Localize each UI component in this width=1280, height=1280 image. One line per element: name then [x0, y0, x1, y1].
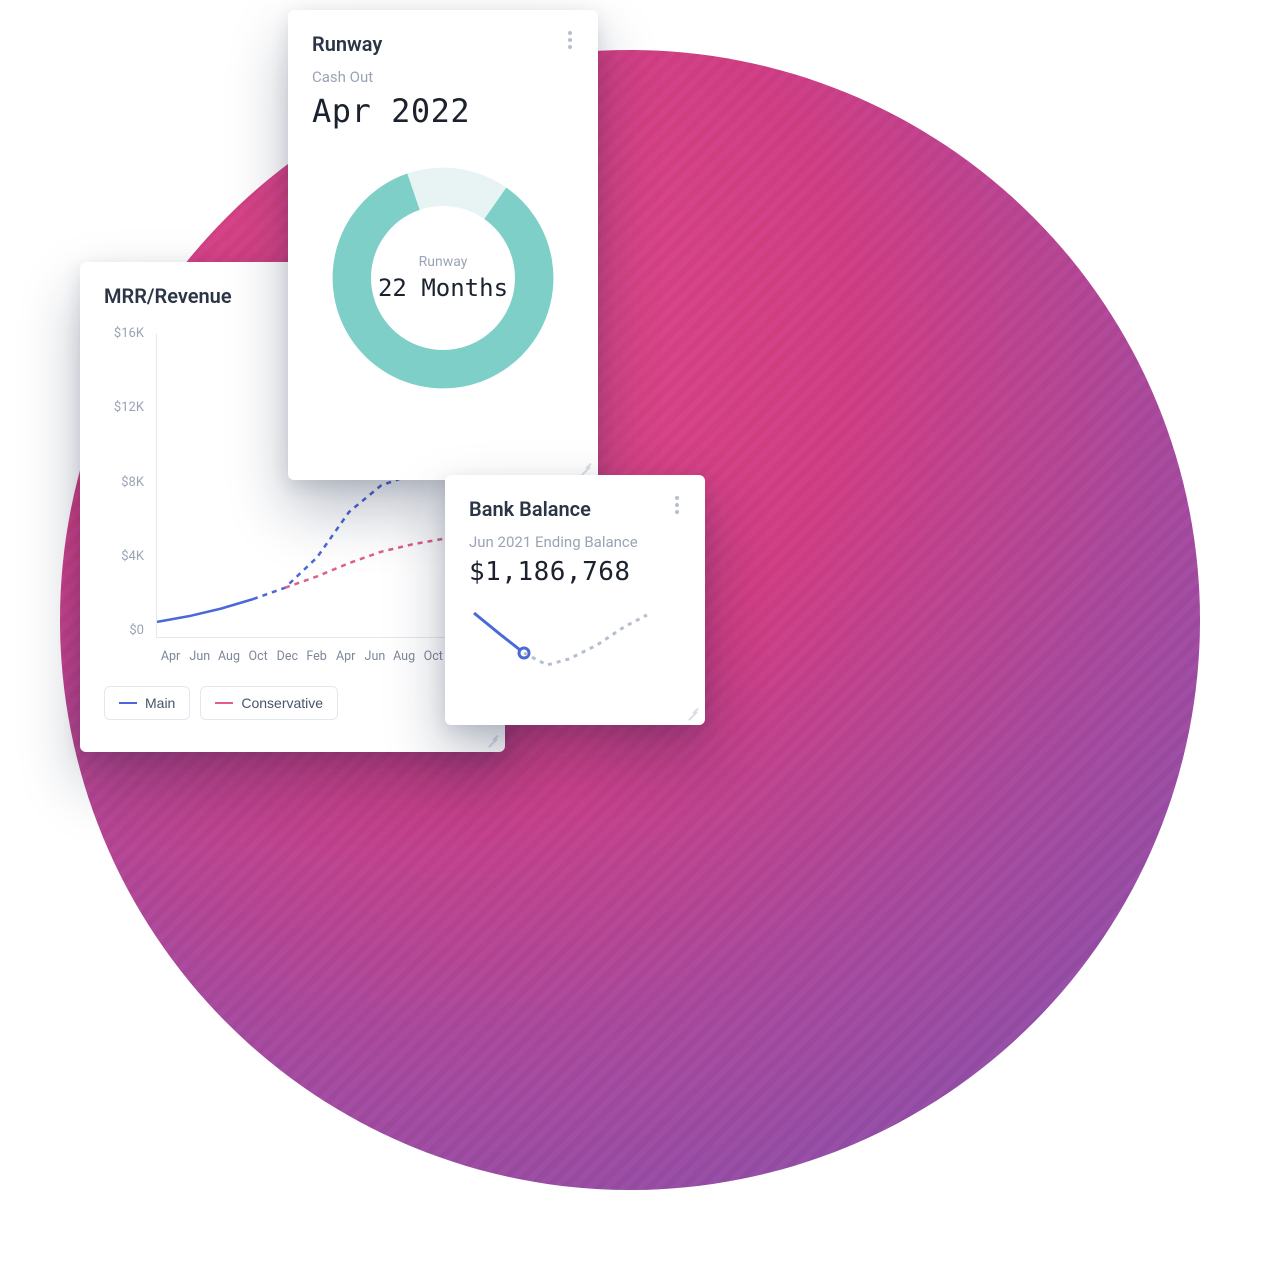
x-axis-tick: Jun — [360, 649, 389, 664]
legend-conservative-label: Conservative — [241, 695, 323, 711]
y-axis-tick: $12K — [104, 400, 150, 415]
y-axis-tick: $16K — [104, 326, 150, 341]
x-axis-tick: Aug — [214, 649, 243, 664]
runway-donut-chart: Runway 22 Months — [323, 158, 563, 398]
legend-conservative-button[interactable]: Conservative — [200, 686, 338, 720]
runway-card-title: Runway — [312, 32, 574, 56]
y-axis-tick: $0 — [104, 623, 150, 638]
mrr-y-axis: $16K $12K $8K $4K $0 — [104, 326, 150, 638]
bank-sparkline — [469, 605, 649, 675]
runway-subtitle: Cash Out — [312, 68, 574, 86]
x-axis-tick: Jun — [185, 649, 214, 664]
x-axis-tick: Dec — [273, 649, 302, 664]
legend-main-label: Main — [145, 695, 175, 711]
x-axis-tick: Apr — [156, 649, 185, 664]
mrr-x-axis: AprJunAugOctDecFebAprJunAugOctDec — [156, 649, 477, 664]
x-axis-tick: Oct — [244, 649, 273, 664]
x-axis-tick: Oct — [419, 649, 448, 664]
legend-main-button[interactable]: Main — [104, 686, 190, 720]
x-axis-tick: Feb — [302, 649, 331, 664]
resize-grip-icon[interactable] — [578, 460, 592, 474]
y-axis-tick: $8K — [104, 475, 150, 490]
donut-center-value: 22 Months — [378, 274, 508, 302]
donut-center-label: Runway — [419, 254, 468, 270]
bank-subtitle: Jun 2021 Ending Balance — [469, 533, 681, 551]
resize-grip-icon[interactable] — [485, 732, 499, 746]
resize-grip-icon[interactable] — [685, 705, 699, 719]
legend-conservative-swatch — [215, 702, 233, 704]
x-axis-tick: Apr — [331, 649, 360, 664]
y-axis-tick: $4K — [104, 549, 150, 564]
legend-main-swatch — [119, 702, 137, 704]
bank-card-title: Bank Balance — [469, 497, 681, 521]
runway-cash-out-value: Apr 2022 — [312, 92, 574, 130]
donut-center: Runway 22 Months — [323, 158, 563, 398]
bank-balance-card: Bank Balance Jun 2021 Ending Balance $1,… — [445, 475, 705, 725]
mrr-legend: Main Conservative — [104, 686, 481, 720]
x-axis-tick: Aug — [390, 649, 419, 664]
bank-value: $1,186,768 — [469, 557, 681, 587]
runway-card: Runway Cash Out Apr 2022 Runway 22 Month… — [288, 10, 598, 480]
more-menu-icon[interactable] — [667, 493, 687, 517]
more-menu-icon[interactable] — [560, 28, 580, 52]
